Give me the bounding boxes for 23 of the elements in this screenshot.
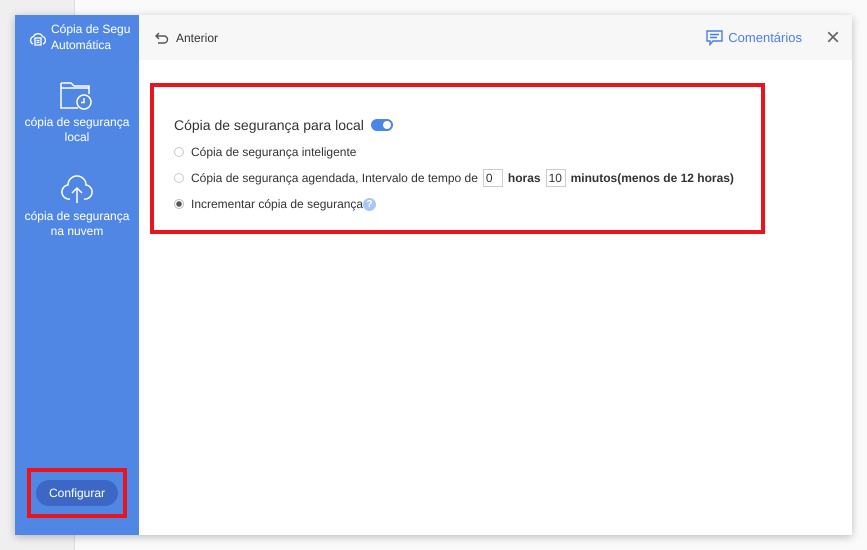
radio-button[interactable] (174, 147, 184, 157)
number-field[interactable]: 10 (546, 169, 566, 187)
feedback-button[interactable]: Comentários (706, 30, 802, 46)
close-button[interactable]: × (826, 26, 840, 50)
app-title: Cópia de Segu Automática (51, 21, 131, 53)
cloud-document-icon (29, 30, 47, 48)
unit-label: minutos(menos de 12 horas) (570, 171, 734, 185)
back-button[interactable]: Anterior (155, 30, 218, 44)
option-label: Incrementar cópia de segurança (191, 197, 364, 211)
radio-button[interactable] (174, 199, 184, 209)
comment-icon (706, 30, 724, 46)
section-title: Cópia de segurança para local (174, 117, 364, 133)
option-label: Cópia de segurança agendada, Intervalo de tempo de (191, 171, 478, 185)
settings-button[interactable]: Configurar (36, 480, 118, 506)
radio-button[interactable] (174, 173, 184, 183)
option-label: Cópia de segurança inteligente (191, 145, 356, 159)
sidebar-item[interactable]: cópia de segurança local (21, 77, 133, 147)
undo-icon (155, 32, 169, 44)
number-field[interactable]: 0 (482, 169, 503, 187)
cloud-upload-icon (59, 173, 95, 205)
toggle-switch[interactable] (370, 119, 393, 131)
sidebar-item[interactable]: cópia de segurança na nuvem (21, 171, 133, 241)
unit-label: horas (508, 171, 541, 185)
